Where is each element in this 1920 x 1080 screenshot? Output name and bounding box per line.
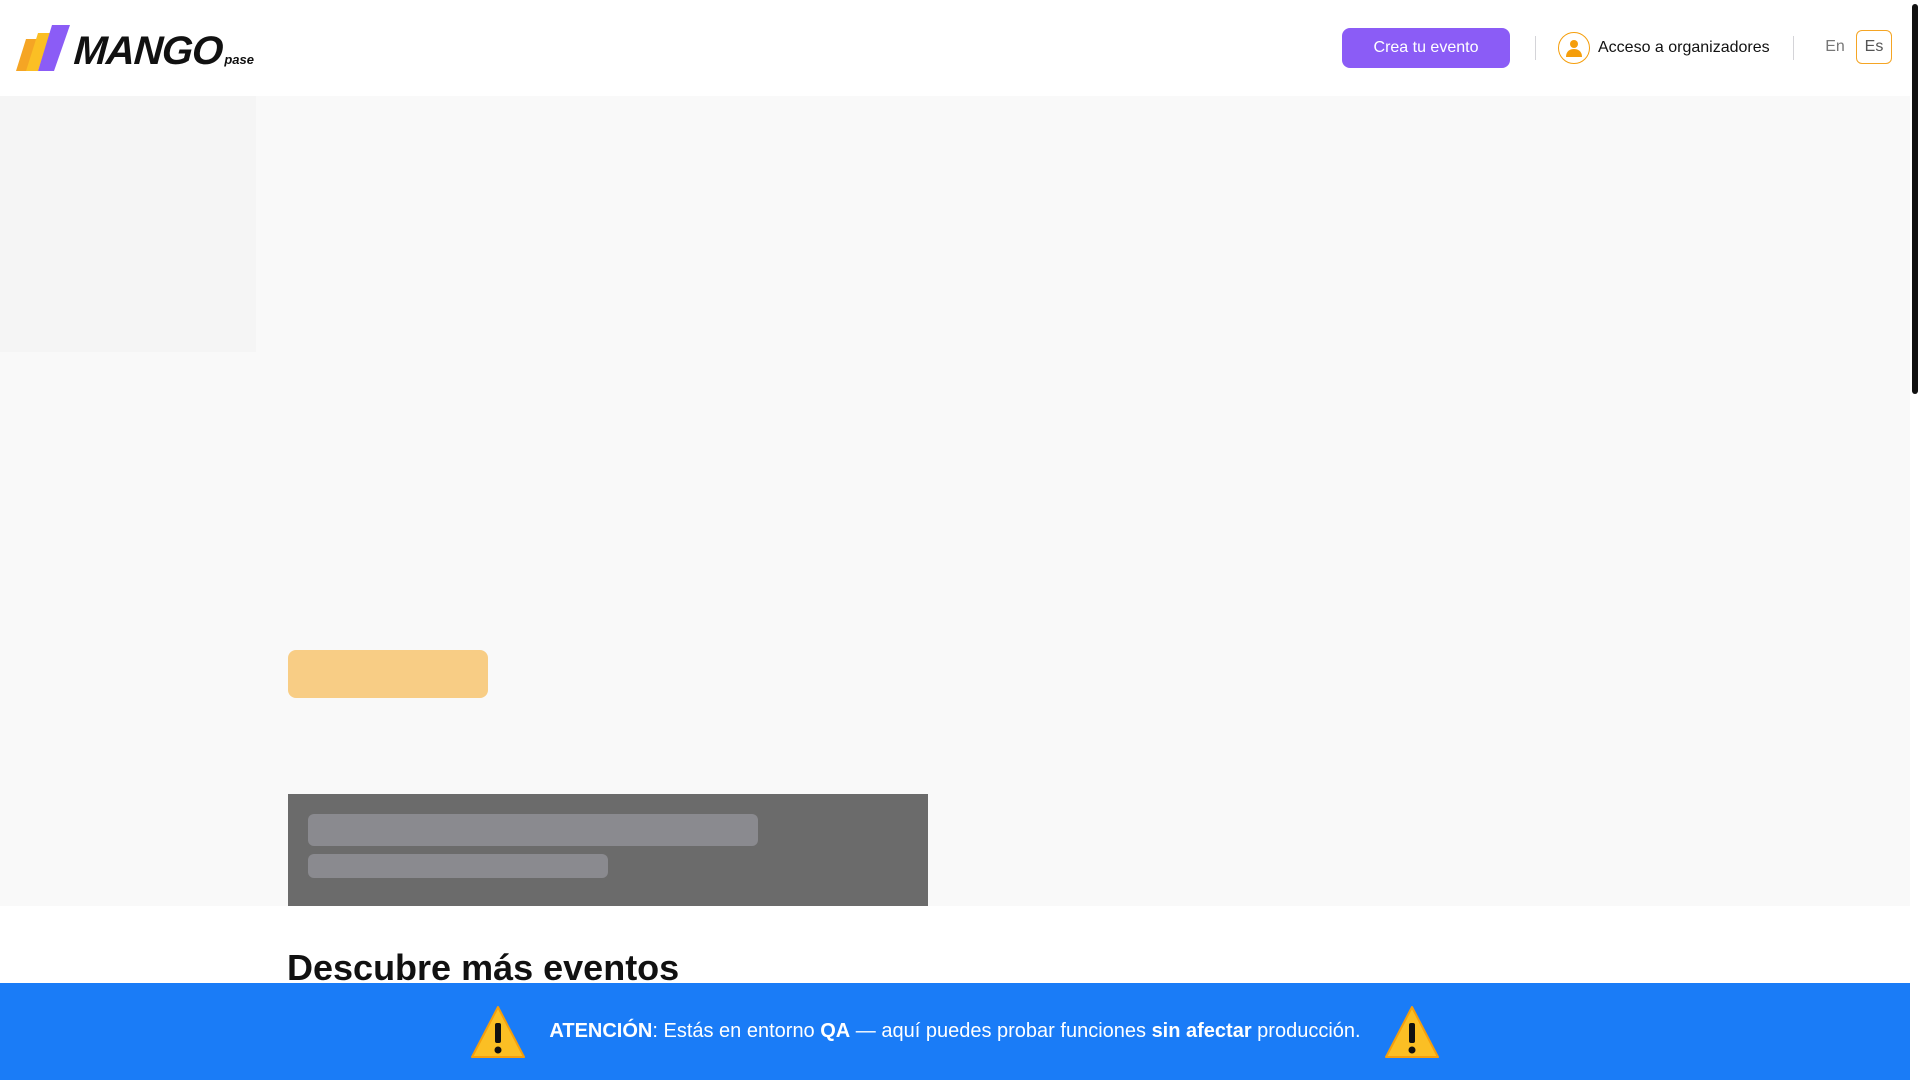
section-title-light: Descubre <box>287 947 462 988</box>
banner-label: ATENCIÓN <box>549 1020 653 1042</box>
hero-skeleton <box>0 96 1910 906</box>
top-header: MANGO pase Crea tu evento Acceso a organ… <box>0 0 1910 96</box>
user-circle-icon <box>1558 32 1590 64</box>
title-placeholder <box>308 814 758 846</box>
subtitle-placeholder <box>308 854 608 878</box>
warning-icon <box>471 1005 526 1058</box>
mango-logo[interactable]: MANGO pase <box>16 25 254 73</box>
scrollbar-thumb[interactable] <box>1912 4 1918 394</box>
create-event-button[interactable]: Crea tu evento <box>1342 28 1510 68</box>
section-title-bold: más eventos <box>461 947 680 988</box>
organizer-access-link[interactable]: Acceso a organizadores <box>1558 30 1770 66</box>
banner-emphasis: sin afectar <box>1151 1020 1252 1042</box>
banner-text-1: : Estás en entorno <box>652 1020 821 1042</box>
header-divider <box>1793 36 1794 60</box>
banner-text-3: producción. <box>1251 1020 1361 1042</box>
logo-mark-icon <box>16 25 70 71</box>
banner-message: ATENCIÓN: Estás en entorno QA — aquí pue… <box>549 1020 1360 1043</box>
header-divider <box>1535 36 1536 60</box>
banner-text-2: — aquí puedes probar funciones <box>850 1020 1152 1042</box>
language-es[interactable]: Es <box>1856 30 1892 64</box>
organizer-access-label: Acceso a organizadores <box>1598 39 1770 56</box>
hero-image-placeholder <box>0 96 256 352</box>
logo-wordmark: MANGO <box>72 29 224 73</box>
qa-environment-banner: ATENCIÓN: Estás en entorno QA — aquí pue… <box>0 983 1910 1080</box>
language-en[interactable]: En <box>1820 30 1850 64</box>
event-card-placeholder <box>288 794 928 906</box>
category-pill-placeholder <box>288 650 488 698</box>
banner-env: QA <box>820 1020 851 1042</box>
warning-icon <box>1384 1005 1439 1058</box>
logo-subtext: pase <box>224 52 254 67</box>
